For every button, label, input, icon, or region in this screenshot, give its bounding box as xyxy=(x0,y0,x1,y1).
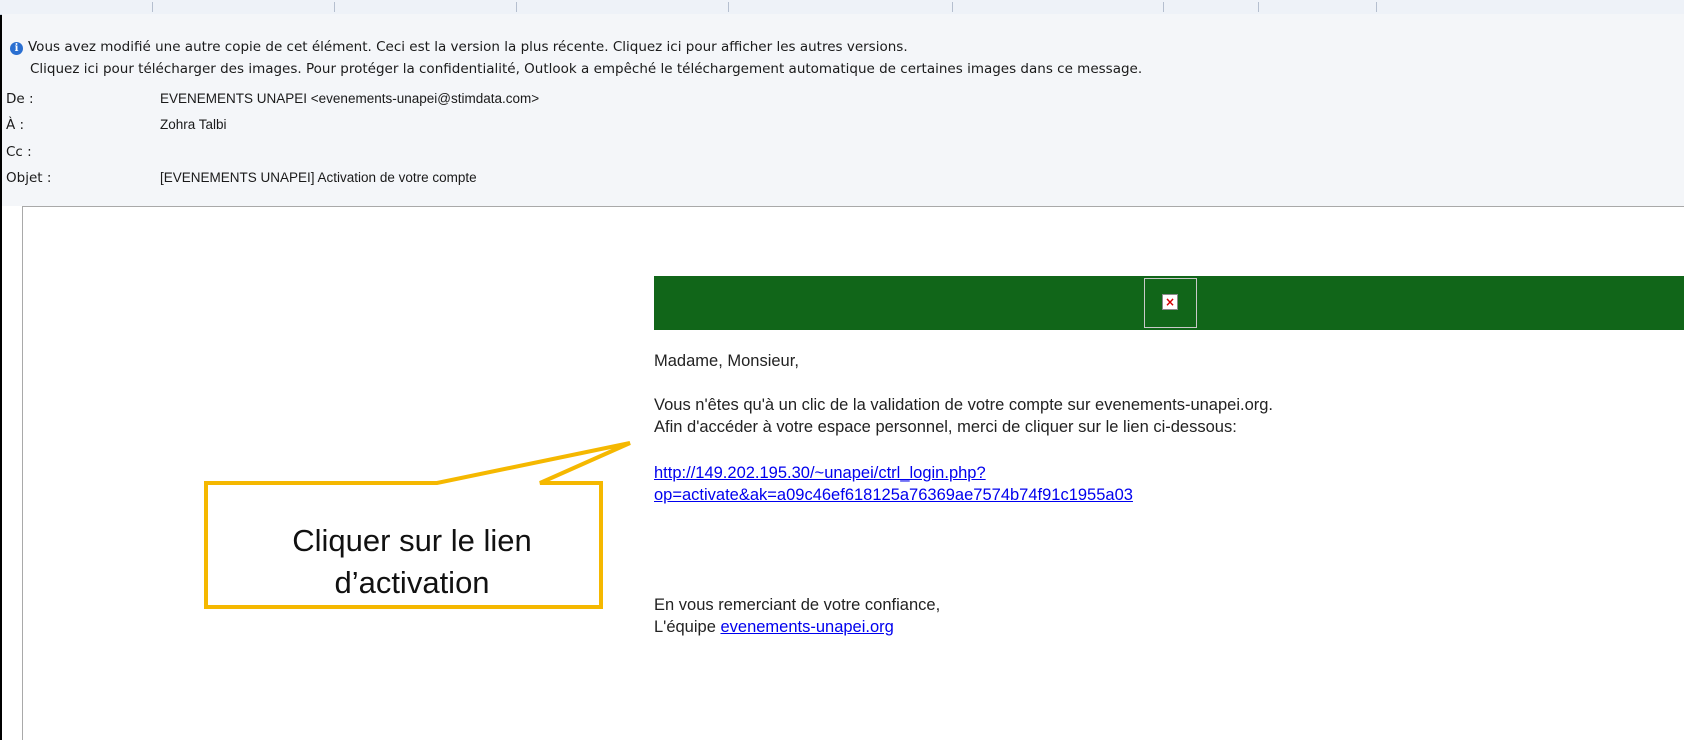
callout-line2: d’activation xyxy=(334,565,490,600)
callout-line1: Cliquer sur le lien xyxy=(292,523,532,558)
callout-bubble xyxy=(204,441,631,609)
callout-text: Cliquer sur le lien d’activation xyxy=(212,520,612,604)
